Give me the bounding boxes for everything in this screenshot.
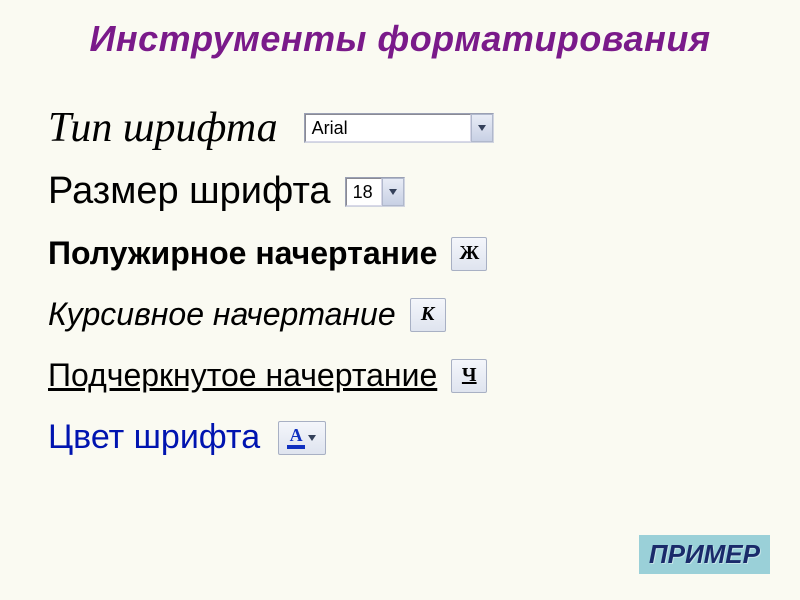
label-underline: Подчеркнутое начертание [48,357,437,394]
underline-button[interactable]: Ч [451,359,487,393]
font-color-letter: А [290,426,303,444]
row-font-type: Тип шрифта Arial [48,104,800,152]
font-color-icon: А [287,426,305,449]
chevron-down-icon[interactable] [382,178,404,206]
label-font-size: Размер шрифта [48,170,331,213]
bold-button[interactable]: Ж [451,237,487,271]
row-underline: Подчеркнутое начертание Ч [48,357,800,394]
label-font-type: Тип шрифта [48,104,278,152]
font-color-swatch [287,445,305,449]
font-color-button[interactable]: А [278,421,326,455]
font-size-value: 18 [346,178,382,206]
row-bold: Полужирное начертание Ж [48,235,800,272]
bold-icon: Ж [460,242,480,265]
italic-button[interactable]: К [410,298,446,332]
underline-icon: Ч [462,364,477,387]
font-type-value: Arial [305,114,471,142]
row-font-color: Цвет шрифта А [48,418,800,457]
italic-icon: К [421,303,435,326]
example-button[interactable]: ПРИМЕР [639,535,770,574]
label-font-color: Цвет шрифта [48,418,260,457]
label-italic: Курсивное начертание [48,296,396,333]
row-font-size: Размер шрифта 18 [48,170,800,213]
font-size-dropdown[interactable]: 18 [345,177,405,207]
page-title: Инструменты форматирования [0,0,800,60]
font-type-dropdown[interactable]: Arial [304,113,494,143]
chevron-down-icon[interactable] [471,114,493,142]
row-italic: Курсивное начертание К [48,296,800,333]
chevron-down-icon[interactable] [307,435,317,441]
label-bold: Полужирное начертание [48,235,437,272]
